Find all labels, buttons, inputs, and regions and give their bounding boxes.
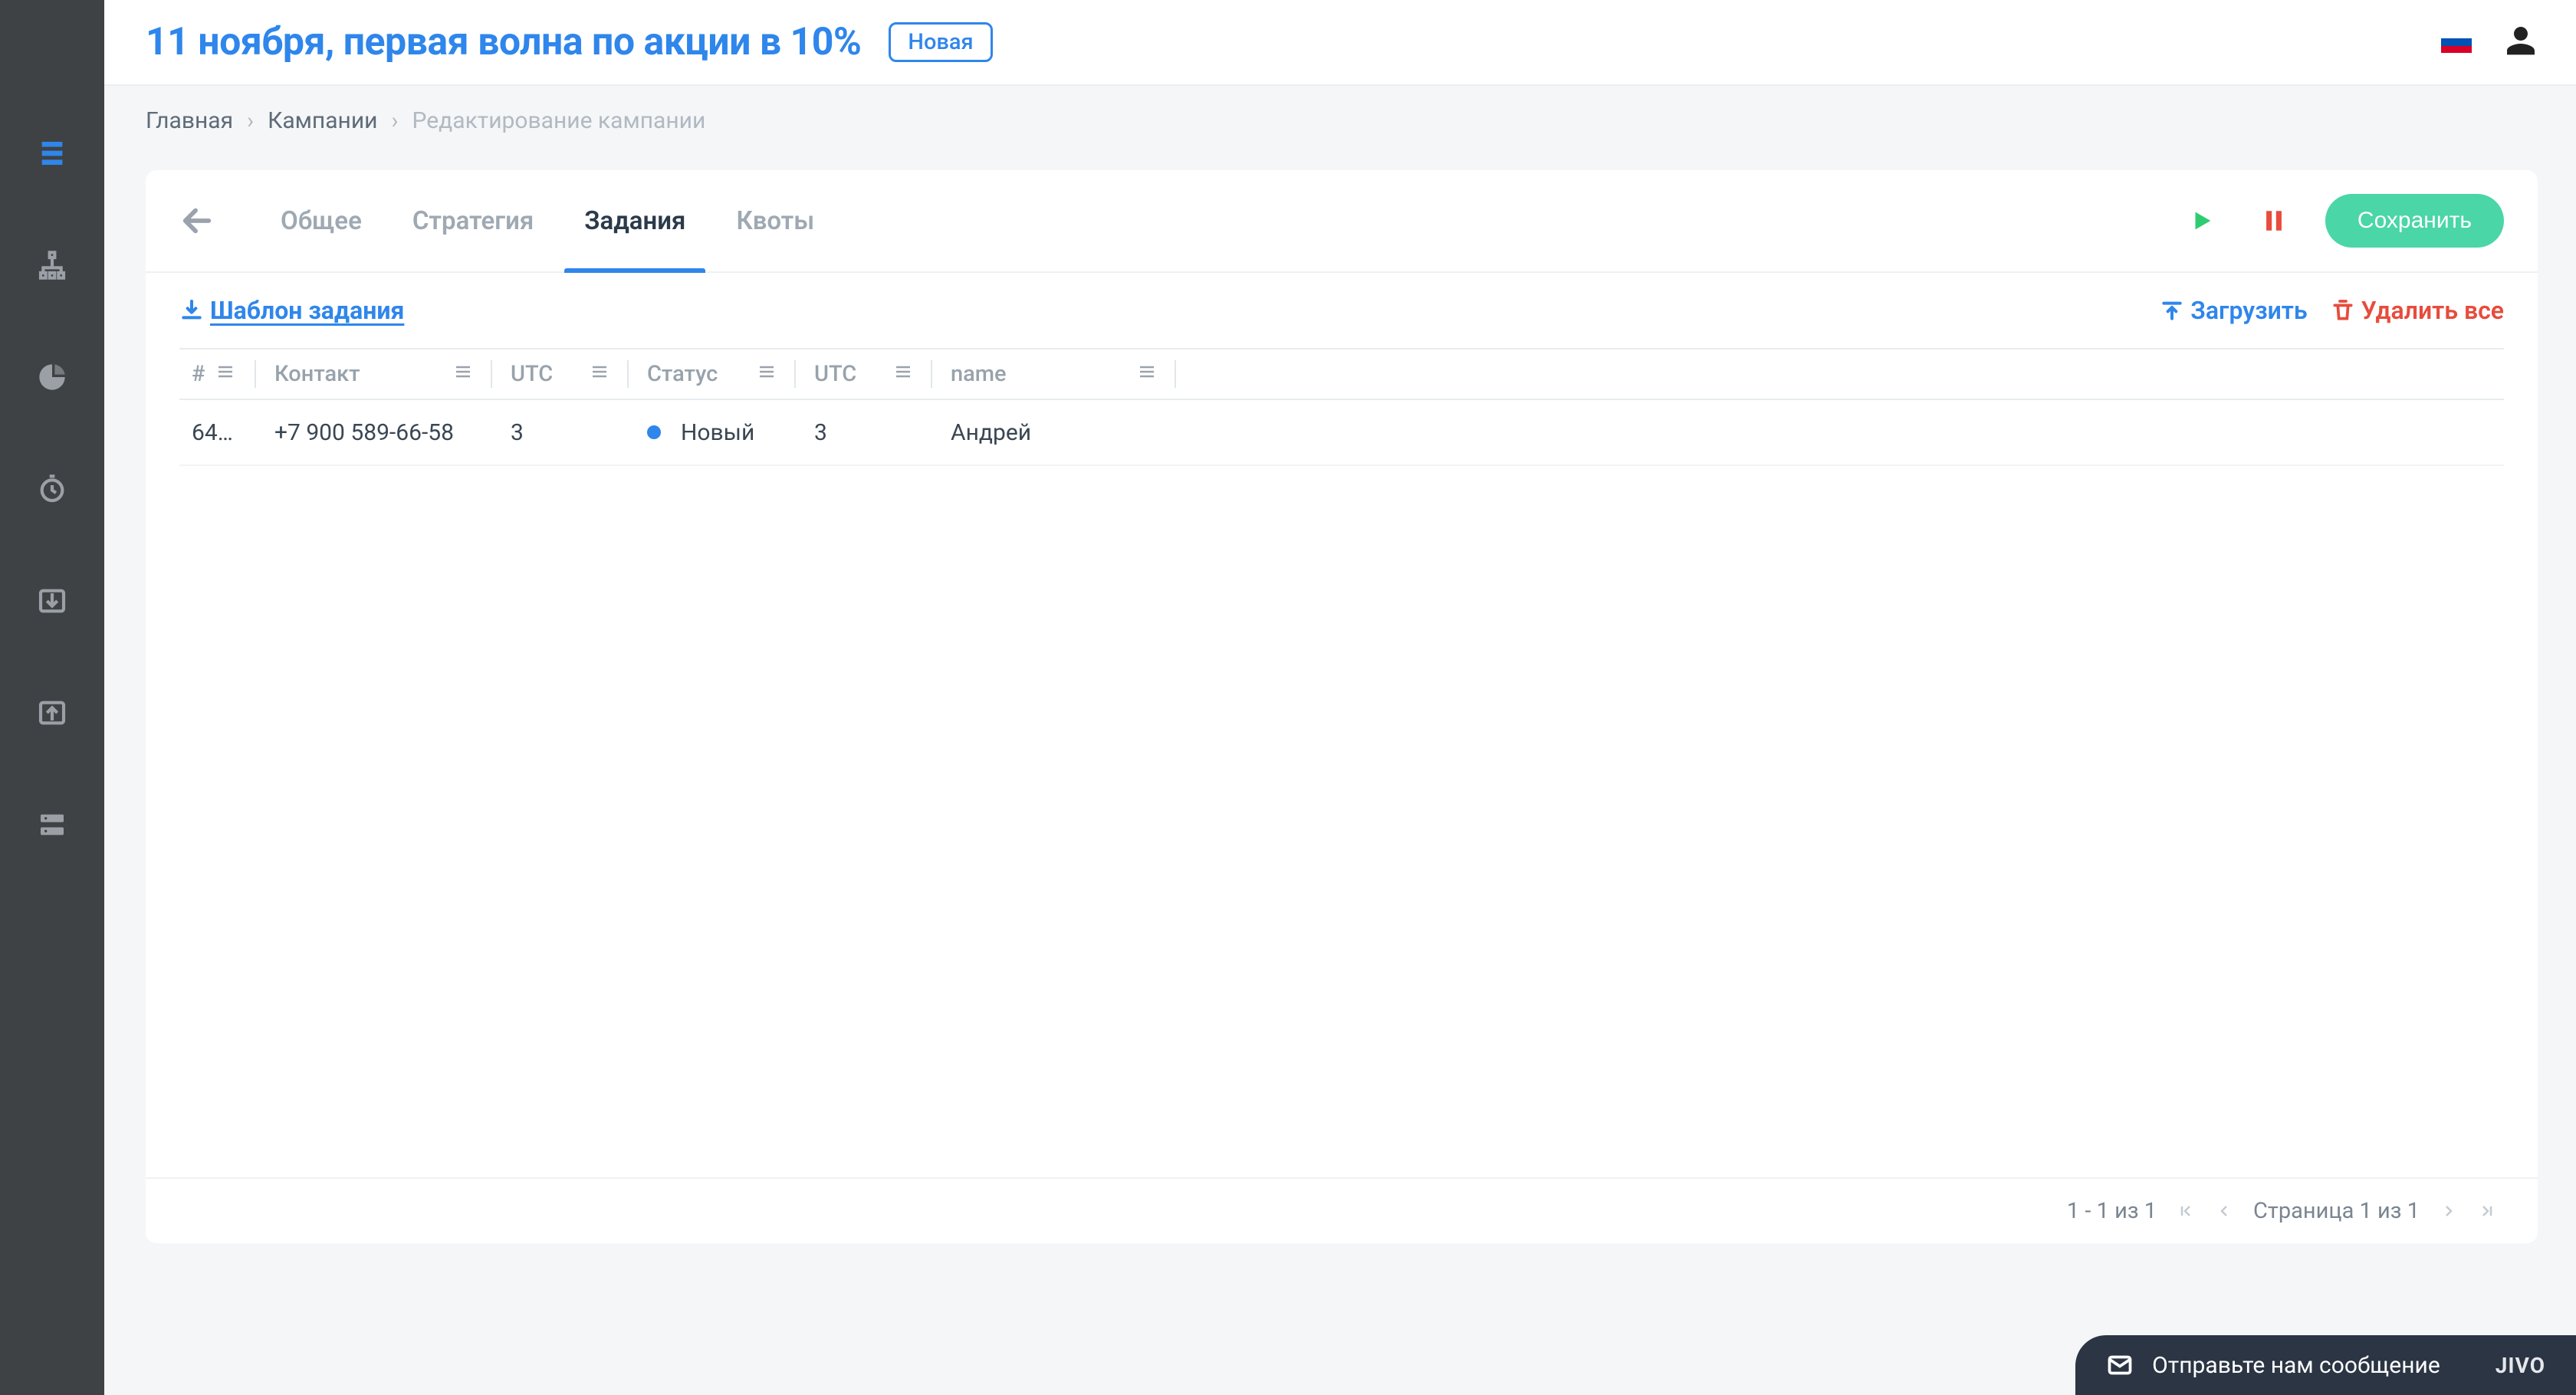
- page-title: 11 ноября, первая волна по акции в 10%: [146, 20, 861, 64]
- upload-label: Загрузить: [2190, 296, 2307, 325]
- column-status[interactable]: Статус: [635, 361, 788, 387]
- delete-all-link[interactable]: Удалить все: [2331, 296, 2504, 325]
- column-contact[interactable]: Контакт: [262, 361, 485, 387]
- trash-icon: [2331, 298, 2355, 323]
- jivo-text: Отправьте нам сообщение: [2152, 1352, 2440, 1379]
- breadcrumb: Главная › Кампании › Редактирование камп…: [146, 107, 705, 134]
- jivo-brand: JIVO: [2496, 1353, 2545, 1378]
- cell-utc1: 3: [498, 419, 621, 446]
- pagination: 1 - 1 из 1 Страница 1 из 1: [146, 1177, 2538, 1243]
- column-id[interactable]: #: [179, 361, 248, 387]
- chevron-right-icon: ›: [247, 107, 254, 134]
- topbar: 11 ноября, первая волна по акции в 10% Н…: [0, 0, 2576, 86]
- pagination-range: 1 - 1 из 1: [2067, 1198, 2157, 1224]
- tabs-row: Общее Стратегия Задания Квоты Сохранить: [146, 170, 2538, 273]
- column-menu-icon[interactable]: [216, 361, 235, 387]
- sidebar-item-timer[interactable]: [29, 466, 75, 512]
- sidebar-item-campaigns[interactable]: [29, 130, 75, 176]
- sidebar-item-outbox[interactable]: [29, 690, 75, 736]
- download-template-label: Шаблон задания: [210, 296, 404, 325]
- tab-quotas[interactable]: Квоты: [715, 170, 836, 271]
- breadcrumb-campaigns[interactable]: Кампании: [268, 107, 377, 134]
- user-menu-icon[interactable]: [2504, 24, 2538, 61]
- column-utc2[interactable]: UTC: [802, 361, 925, 387]
- tasks-table: # Контакт UTC Статус UTC: [146, 348, 2538, 1177]
- envelope-icon: [2106, 1351, 2134, 1379]
- column-menu-icon[interactable]: [590, 361, 609, 387]
- sidebar-item-servers[interactable]: [29, 802, 75, 848]
- sidebar-item-analytics[interactable]: [29, 354, 75, 400]
- jivo-chat-widget[interactable]: Отправьте нам сообщение JIVO: [2075, 1335, 2576, 1395]
- save-button[interactable]: Сохранить: [2325, 194, 2504, 248]
- play-button[interactable]: [2181, 200, 2223, 241]
- column-menu-icon[interactable]: [757, 361, 776, 387]
- download-template-link[interactable]: Шаблон задания: [179, 296, 404, 325]
- language-flag-ru[interactable]: [2441, 31, 2472, 53]
- pagination-first-icon[interactable]: [2177, 1202, 2195, 1220]
- column-utc1[interactable]: UTC: [498, 361, 621, 387]
- breadcrumb-current: Редактирование кампании: [412, 107, 706, 134]
- cell-utc2: 3: [802, 419, 925, 446]
- tab-general[interactable]: Общее: [259, 170, 383, 271]
- sidebar-item-inbox[interactable]: [29, 578, 75, 624]
- column-menu-icon[interactable]: [454, 361, 472, 387]
- column-menu-icon[interactable]: [894, 361, 912, 387]
- tab-tasks[interactable]: Задания: [563, 170, 707, 271]
- table-header: # Контакт UTC Статус UTC: [179, 348, 2504, 400]
- tasks-toolbar: Шаблон задания Загрузить Удалить все: [146, 273, 2538, 348]
- cell-name: Андрей: [938, 419, 1168, 446]
- chevron-right-icon: ›: [392, 107, 399, 134]
- cell-id: 64…: [179, 419, 248, 446]
- download-icon: [179, 298, 204, 323]
- cell-status: Новый: [635, 419, 788, 446]
- table-row[interactable]: 64… +7 900 589-66-58 3 Новый 3 Андрей: [179, 400, 2504, 466]
- main-card: Общее Стратегия Задания Квоты Сохранить …: [146, 170, 2538, 1243]
- status-badge: Новая: [889, 22, 992, 62]
- tab-strategy[interactable]: Стратегия: [391, 170, 555, 271]
- pagination-next-icon[interactable]: [2440, 1202, 2458, 1220]
- breadcrumb-home[interactable]: Главная: [146, 107, 233, 134]
- delete-all-label: Удалить все: [2361, 296, 2504, 325]
- pagination-page: Страница 1 из 1: [2253, 1198, 2420, 1224]
- back-button[interactable]: [179, 203, 215, 238]
- upload-icon: [2160, 298, 2184, 323]
- sidebar: [0, 0, 104, 1395]
- pagination-prev-icon[interactable]: [2215, 1202, 2233, 1220]
- status-dot-icon: [647, 425, 661, 439]
- column-name[interactable]: name: [938, 361, 1168, 387]
- upload-link[interactable]: Загрузить: [2160, 296, 2307, 325]
- cell-contact: +7 900 589-66-58: [262, 419, 485, 446]
- column-menu-icon[interactable]: [1138, 361, 1156, 387]
- pause-button[interactable]: [2253, 200, 2295, 241]
- pagination-last-icon[interactable]: [2478, 1202, 2496, 1220]
- sidebar-item-structure[interactable]: [29, 242, 75, 288]
